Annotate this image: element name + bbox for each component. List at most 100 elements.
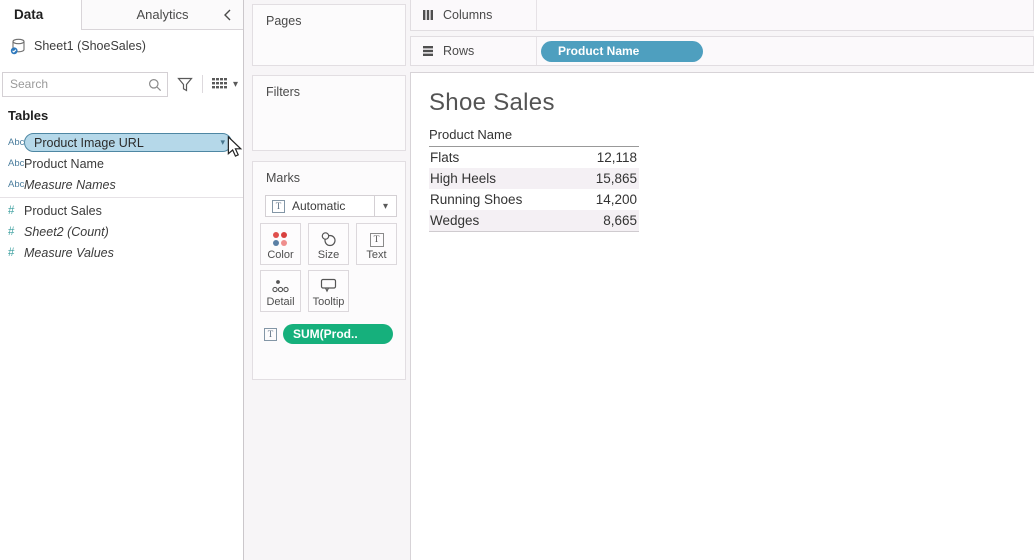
columns-labelzone: Columns bbox=[411, 0, 537, 30]
search-icon bbox=[148, 78, 162, 92]
collapse-pane-button[interactable] bbox=[221, 8, 235, 22]
field-label: Measure Names bbox=[24, 178, 116, 192]
field-measure-values[interactable]: # Measure Values bbox=[0, 242, 243, 263]
hash-icon: # bbox=[0, 205, 24, 217]
tab-data[interactable]: Data bbox=[0, 0, 81, 30]
worksheet-title[interactable]: Shoe Sales bbox=[429, 89, 555, 117]
color-icon bbox=[273, 232, 288, 247]
columns-shelf[interactable]: Columns bbox=[410, 0, 1034, 31]
field-product-sales[interactable]: # Product Sales bbox=[0, 200, 243, 221]
sum-product-sales-pill[interactable]: SUM(Prod.. bbox=[283, 324, 393, 344]
table-row: Running Shoes 14,200 bbox=[429, 189, 639, 210]
caret-down-icon[interactable]: ▾ bbox=[220, 137, 225, 148]
tooltip-button[interactable]: Tooltip bbox=[308, 270, 349, 312]
field-list: Abc Product Image URL ▾ Abc Product Name… bbox=[0, 132, 243, 263]
table-row: Flats 12,118 bbox=[429, 147, 639, 168]
field-label: Product Name bbox=[24, 157, 104, 171]
datasource-row[interactable]: Sheet1 (ShoeSales) bbox=[0, 31, 243, 61]
chevron-left-icon bbox=[221, 8, 235, 22]
shelves-pane: Pages Filters Marks T Automatic ▾ Color bbox=[246, 0, 408, 560]
abc-icon: Abc bbox=[0, 137, 24, 148]
field-label: Sheet2 (Count) bbox=[24, 225, 109, 239]
hash-icon: # bbox=[0, 247, 24, 259]
row-header[interactable]: Flats bbox=[429, 150, 557, 165]
caret-down-icon: ▾ bbox=[233, 79, 238, 90]
datasource-name: Sheet1 (ShoeSales) bbox=[34, 39, 146, 53]
search-row: ▾ bbox=[2, 71, 242, 97]
crosstab-rows: Flats 12,118 High Heels 15,865 Running S… bbox=[429, 147, 639, 232]
tab-analytics[interactable]: Analytics bbox=[81, 0, 243, 30]
field-pill-selected[interactable]: Product Image URL ▾ bbox=[24, 133, 232, 152]
crosstab: Product Name Flats 12,118 High Heels 15,… bbox=[429, 127, 639, 232]
marks-pill-row: T SUM(Prod.. bbox=[264, 324, 393, 344]
mark-type-dropdown[interactable]: T Automatic ▾ bbox=[265, 195, 397, 217]
rows-pill-product-name[interactable]: Product Name bbox=[541, 41, 703, 62]
color-button[interactable]: Color bbox=[260, 223, 301, 265]
pages-shelf[interactable]: Pages bbox=[252, 4, 406, 66]
table-row: Wedges 8,665 bbox=[429, 210, 639, 231]
pages-label: Pages bbox=[253, 5, 405, 28]
tables-header: Tables bbox=[8, 108, 48, 123]
color-label: Color bbox=[267, 249, 293, 261]
cell-value[interactable]: 15,865 bbox=[557, 171, 639, 186]
tooltip-label: Tooltip bbox=[313, 296, 345, 308]
filter-fields-button[interactable] bbox=[177, 77, 193, 92]
search-input[interactable] bbox=[3, 73, 143, 96]
abc-icon: Abc bbox=[0, 158, 24, 169]
text-mark-icon: T bbox=[272, 200, 285, 213]
size-button[interactable]: Size bbox=[308, 223, 349, 265]
hash-icon: # bbox=[0, 226, 24, 238]
row-header[interactable]: High Heels bbox=[429, 171, 557, 186]
search-box[interactable] bbox=[2, 72, 168, 97]
abc-icon: Abc bbox=[0, 179, 24, 190]
detail-icon bbox=[272, 279, 289, 294]
cell-value[interactable]: 8,665 bbox=[557, 213, 639, 228]
database-icon bbox=[10, 38, 27, 55]
field-label: Measure Values bbox=[24, 246, 114, 260]
size-icon bbox=[320, 231, 337, 247]
field-label: Product Image URL bbox=[34, 136, 144, 150]
detail-label: Detail bbox=[266, 296, 294, 308]
text-button[interactable]: T Text bbox=[356, 223, 397, 265]
rows-label: Rows bbox=[443, 44, 474, 58]
marks-label: Marks bbox=[253, 162, 405, 185]
text-label: Text bbox=[366, 249, 386, 261]
caret-glyph: ▾ bbox=[383, 201, 388, 212]
field-sheet2-count[interactable]: # Sheet2 (Count) bbox=[0, 221, 243, 242]
cell-value[interactable]: 14,200 bbox=[557, 192, 639, 207]
caret-down-icon[interactable]: ▾ bbox=[374, 196, 396, 216]
filters-label: Filters bbox=[253, 76, 405, 99]
dimension-measure-divider bbox=[0, 197, 243, 198]
field-label: Product Sales bbox=[24, 204, 102, 218]
field-product-image-url[interactable]: Abc Product Image URL ▾ bbox=[0, 132, 243, 153]
size-label: Size bbox=[318, 249, 339, 261]
view-data-icon bbox=[212, 78, 228, 91]
row-header[interactable]: Wedges bbox=[429, 213, 557, 228]
columns-icon bbox=[422, 9, 434, 21]
worksheet-area: Columns Rows Product Name Shoe Sales Pro… bbox=[410, 0, 1034, 560]
detail-button[interactable]: Detail bbox=[260, 270, 301, 312]
text-mark-chip-icon: T bbox=[264, 328, 277, 341]
data-pane-tabs: Data Analytics bbox=[0, 0, 243, 30]
data-pane: Data Analytics Sheet1 (ShoeSales) bbox=[0, 0, 244, 560]
rows-labelzone: Rows bbox=[411, 37, 537, 65]
filters-shelf[interactable]: Filters bbox=[252, 75, 406, 151]
tab-analytics-label: Analytics bbox=[136, 7, 188, 22]
marks-card: Marks T Automatic ▾ Color Size bbox=[252, 161, 406, 380]
view-data-options-button[interactable]: ▾ bbox=[212, 78, 238, 91]
table-row: High Heels 15,865 bbox=[429, 168, 639, 189]
tooltip-icon bbox=[320, 278, 337, 294]
divider bbox=[202, 75, 203, 93]
field-measure-names[interactable]: Abc Measure Names bbox=[0, 174, 243, 195]
field-product-name[interactable]: Abc Product Name bbox=[0, 153, 243, 174]
rows-shelf[interactable]: Rows Product Name bbox=[410, 36, 1034, 66]
tableau-window: Data Analytics Sheet1 (ShoeSales) bbox=[0, 0, 1034, 560]
filter-icon bbox=[177, 77, 193, 92]
rows-icon bbox=[422, 45, 434, 57]
text-icon: T bbox=[370, 233, 384, 247]
mark-type-value: Automatic bbox=[292, 199, 374, 213]
row-header[interactable]: Running Shoes bbox=[429, 192, 557, 207]
crosstab-column-header[interactable]: Product Name bbox=[429, 127, 639, 147]
cell-value[interactable]: 12,118 bbox=[557, 150, 639, 165]
worksheet-view: Shoe Sales Product Name Flats 12,118 Hig… bbox=[410, 72, 1034, 560]
